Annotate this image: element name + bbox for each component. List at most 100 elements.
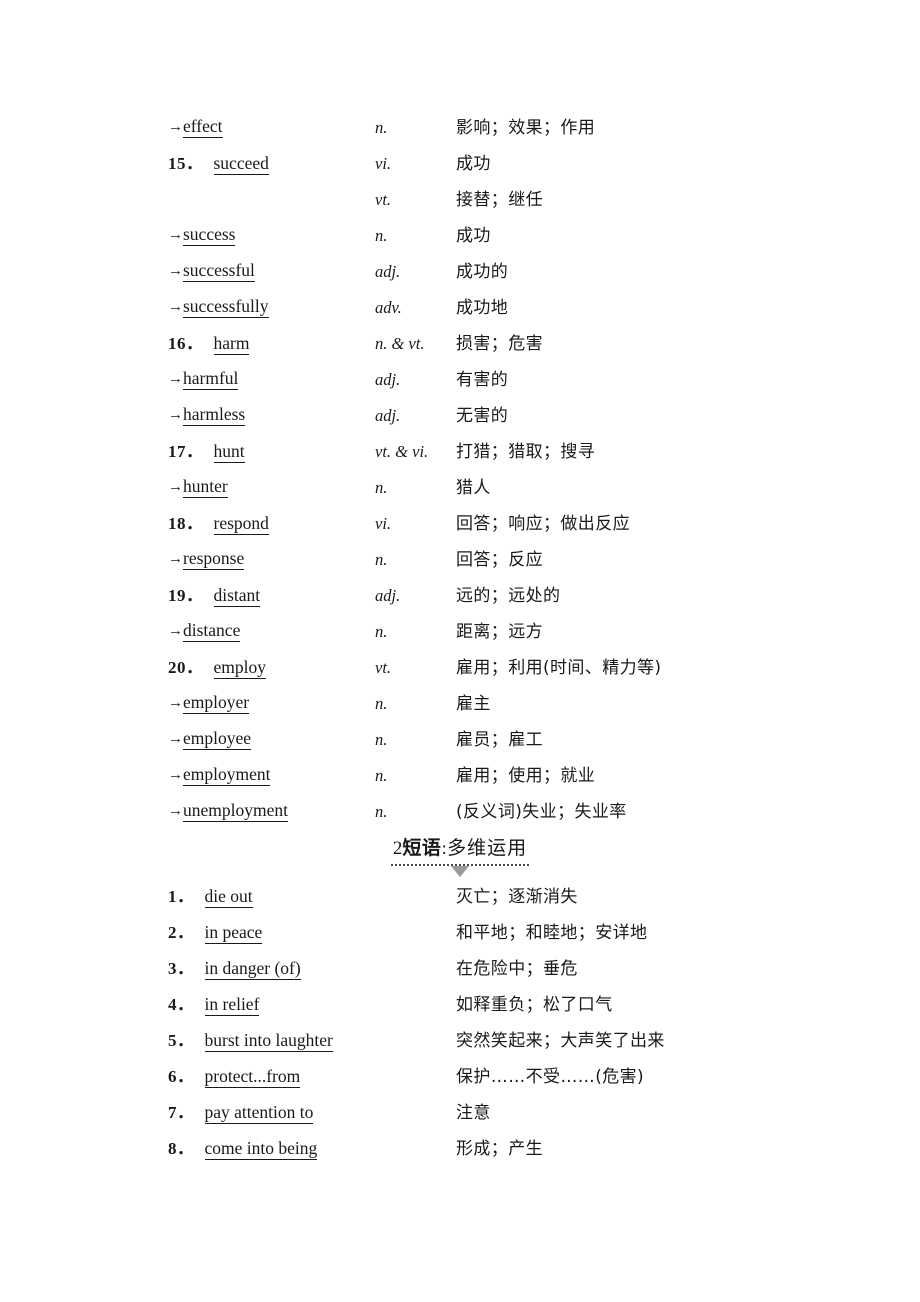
word-row: →hunter n. 猎人	[168, 470, 788, 506]
word-term-cell: 15 succeed	[168, 146, 373, 182]
word-term-cell: 16 harm	[168, 326, 373, 362]
word-definition: 成功	[456, 154, 491, 174]
document-page: →effectn.影响；效果；作用15succeedvi.成功vt.接替；继任→…	[0, 0, 920, 1302]
word-term-cell: 18 respond	[168, 506, 373, 542]
section-header-phrases: 2短语:多维运用	[0, 833, 920, 877]
part-of-speech: vt.	[375, 658, 392, 677]
word-term: employment	[183, 764, 271, 786]
phrase-term: pay attention to	[204, 1102, 314, 1124]
phrase-index: 2	[168, 915, 195, 951]
word-index: 17	[168, 434, 204, 470]
phrase-definition: 注意	[456, 1103, 491, 1123]
phrase-term: in danger (of)	[204, 958, 301, 980]
word-row: →harmless adj. 无害的	[168, 398, 788, 434]
word-term: employee	[183, 728, 252, 750]
word-definition: 回答；响应；做出反应	[456, 514, 630, 534]
part-of-speech: n.	[375, 802, 388, 821]
part-of-speech: adj.	[375, 370, 401, 389]
phrase-index: 6	[168, 1059, 195, 1095]
derivation-arrow-icon: →	[168, 803, 183, 819]
derivation-arrow-icon: →	[168, 551, 183, 567]
phrase-term-cell: 3 in danger (of)	[168, 951, 453, 987]
word-definition: 打猎；猎取；搜寻	[456, 442, 596, 462]
word-term: harm	[213, 333, 250, 355]
phrase-term-cell: 8 come into being	[168, 1131, 453, 1167]
word-term-cell: →successfully	[168, 290, 373, 326]
phrase-definition: 突然笑起来；大声笑了出来	[456, 1031, 665, 1051]
part-of-speech: vt.	[375, 190, 392, 209]
word-row: →effect n. 影响；效果；作用	[168, 110, 788, 146]
word-term: hunt	[213, 441, 245, 463]
triangle-down-icon	[450, 866, 469, 877]
phrase-term-cell: 7 pay attention to	[168, 1095, 453, 1131]
word-term: succeed	[213, 153, 269, 175]
word-row: 16 harm n. & vt. 损害；危害	[168, 326, 788, 362]
derivation-arrow-icon: →	[168, 119, 183, 135]
word-term: harmless	[183, 404, 246, 426]
phrase-index: 8	[168, 1131, 195, 1167]
word-definition: 雇用；使用；就业	[456, 766, 596, 786]
word-definition: 损害；危害	[456, 334, 543, 354]
word-term-cell: →hunter	[168, 470, 373, 506]
section-header-number: 2	[392, 838, 403, 859]
word-term-cell: 19 distant	[168, 578, 373, 614]
phrase-term: in peace	[204, 922, 263, 944]
word-definition: 雇员；雇工	[456, 730, 543, 750]
word-term: successful	[183, 260, 255, 282]
word-row: 20 employ vt. 雇用；利用(时间、精力等)	[168, 650, 788, 686]
word-term: success	[183, 224, 236, 246]
phrase-row: 8 come into being 形成；产生	[168, 1131, 788, 1167]
phrase-index: 5	[168, 1023, 195, 1059]
derivation-arrow-icon: →	[168, 263, 183, 279]
word-term: employ	[213, 657, 266, 679]
derivation-arrow-icon: →	[168, 767, 183, 783]
word-index: 16	[168, 326, 204, 362]
word-term-cell: →employment	[168, 758, 373, 794]
word-term: respond	[213, 513, 269, 535]
word-term-cell: →distance	[168, 614, 373, 650]
derivation-arrow-icon: →	[168, 227, 183, 243]
word-row: 15 succeed vi. 成功	[168, 146, 788, 182]
word-row: →employer n. 雇主	[168, 686, 788, 722]
phrase-term-cell: 4 in relief	[168, 987, 453, 1023]
derivation-arrow-icon: →	[168, 407, 183, 423]
section-header-rest: 多维运用	[447, 837, 528, 859]
derivation-arrow-icon: →	[168, 479, 183, 495]
word-index: 18	[168, 506, 204, 542]
section-header-inner: 2短语:多维运用	[390, 833, 530, 877]
word-definition: 雇主	[456, 694, 491, 714]
word-term-cell: →harmless	[168, 398, 373, 434]
phrase-term: in relief	[204, 994, 260, 1016]
word-row: →success n. 成功	[168, 218, 788, 254]
word-term-cell: →response	[168, 542, 373, 578]
word-row: →unemployment n. (反义词)失业；失业率	[168, 794, 788, 830]
phrase-row: 7 pay attention to 注意	[168, 1095, 788, 1131]
word-term-cell: →harmful	[168, 362, 373, 398]
word-row: 17 hunt vt. & vi. 打猎；猎取；搜寻	[168, 434, 788, 470]
part-of-speech: n.	[375, 478, 388, 497]
phrase-term-cell: 2 in peace	[168, 915, 453, 951]
word-definition: 成功	[456, 226, 491, 246]
derivation-arrow-icon: →	[168, 695, 183, 711]
word-row: 18 respond vi. 回答；响应；做出反应	[168, 506, 788, 542]
word-term-cell: →success	[168, 218, 373, 254]
phrase-row: 2 in peace 和平地；和睦地；安详地	[168, 915, 788, 951]
phrase-term-cell: 5 burst into laughter	[168, 1023, 453, 1059]
part-of-speech: n.	[375, 730, 388, 749]
part-of-speech: n.	[375, 766, 388, 785]
phrase-definition: 如释重负；松了口气	[456, 995, 613, 1015]
part-of-speech: n.	[375, 694, 388, 713]
part-of-speech: vt. & vi.	[375, 442, 429, 461]
derivation-arrow-icon: →	[168, 623, 183, 639]
section-header-bold-label: 短语	[402, 837, 442, 859]
word-derivation-list: →effectn.影响；效果；作用15succeedvi.成功vt.接替；继任→…	[168, 110, 788, 830]
phrase-term-cell: 6 protect...from	[168, 1059, 453, 1095]
phrase-row: 6 protect...from 保护……不受……(危害)	[168, 1059, 788, 1095]
word-term-cell: 20 employ	[168, 650, 373, 686]
word-definition: 雇用；利用(时间、精力等)	[456, 658, 662, 678]
phrase-definition: 保护……不受……(危害)	[456, 1067, 645, 1087]
part-of-speech: n. & vt.	[375, 334, 425, 353]
part-of-speech: n.	[375, 118, 388, 137]
phrase-index: 1	[168, 879, 195, 915]
word-definition: 猎人	[456, 478, 491, 498]
